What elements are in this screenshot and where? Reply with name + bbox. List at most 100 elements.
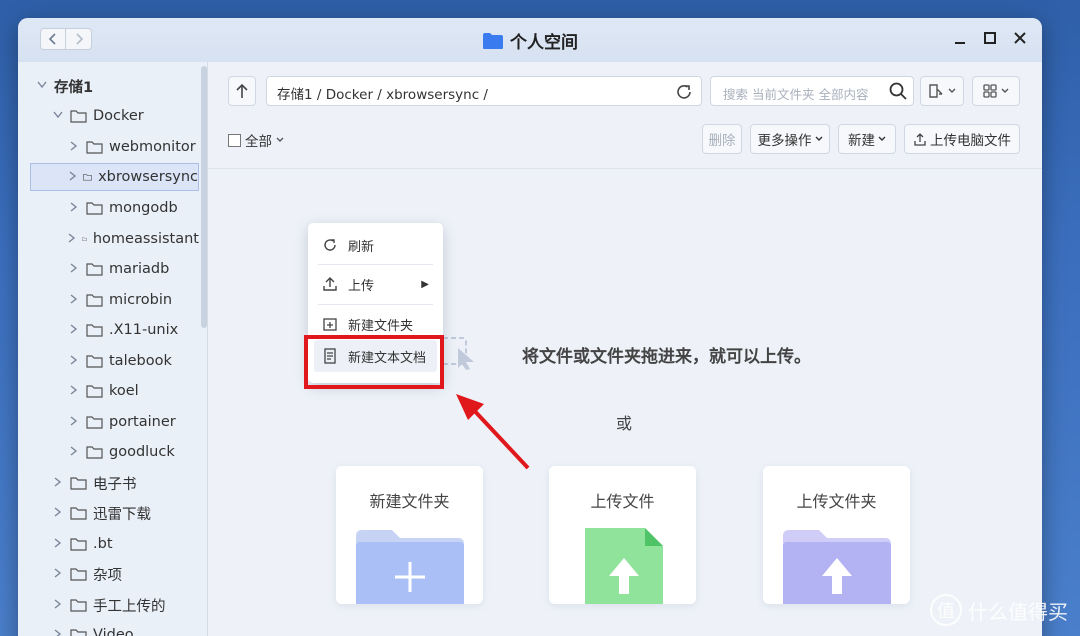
select-all-checkbox[interactable] <box>228 133 241 147</box>
chevron-right-icon[interactable] <box>68 232 76 246</box>
sort-button[interactable] <box>920 76 964 106</box>
tree-item[interactable]: .bt <box>18 530 199 558</box>
tree-item[interactable]: 电子书 <box>18 469 199 497</box>
tree-item[interactable]: koel <box>18 377 199 405</box>
ctx-upload-item[interactable]: 上传 ▶ <box>314 268 437 300</box>
refresh-button[interactable] <box>675 83 693 105</box>
chevron-right-icon[interactable] <box>52 537 64 551</box>
tree-item-label: 电子书 <box>93 476 137 493</box>
search-icon[interactable] <box>889 82 907 103</box>
refresh-icon <box>324 239 336 251</box>
delete-button[interactable]: 删除 <box>702 124 742 154</box>
file-manager-window: 个人空间 存储1 Docker webmonitor xbrowsersync mong… <box>18 18 1042 636</box>
tree-item[interactable]: goodluck <box>18 438 199 466</box>
search-input[interactable]: 搜索 当前文件夹 全部内容 <box>710 76 914 106</box>
chevron-right-icon[interactable] <box>68 415 80 429</box>
folder-upload-icon <box>783 530 891 604</box>
chevron-right-icon[interactable] <box>68 354 80 368</box>
chevron-right-icon[interactable] <box>69 170 77 184</box>
action-toolbar: 全部 删除 更多操作 新建 上传电脑文件 <box>228 124 1022 154</box>
tree-item[interactable]: mariadb <box>18 255 199 283</box>
folder-icon <box>82 237 87 241</box>
watermark-logo: 值 <box>930 594 962 626</box>
submenu-arrow-icon: ▶ <box>421 278 429 290</box>
minimize-button[interactable] <box>952 30 968 46</box>
upload-icon <box>914 133 926 146</box>
view-mode-button[interactable] <box>972 76 1020 106</box>
tree-item-label: 手工上传的 <box>93 598 166 615</box>
chevron-right-icon[interactable] <box>68 140 80 154</box>
tree-item[interactable]: mongodb <box>18 194 199 222</box>
path-toolbar: 存储1 / Docker / xbrowsersync / 搜索 当前文件夹 全… <box>228 76 1022 106</box>
path-input[interactable]: 存储1 / Docker / xbrowsersync / <box>266 76 702 106</box>
folder-icon <box>86 355 103 368</box>
new-button[interactable]: 新建 <box>838 124 896 154</box>
watermark-text: 什么值得买 <box>968 599 1068 624</box>
more-actions-label: 更多操作 <box>757 133 812 149</box>
tree-item-label: goodluck <box>109 444 175 460</box>
tree-item-label: mariadb <box>109 261 170 277</box>
folder-icon <box>70 507 87 520</box>
ctx-refresh-item[interactable]: 刷新 <box>314 229 437 261</box>
chevron-right-icon[interactable] <box>68 384 80 398</box>
upload-pc-file-button[interactable]: 上传电脑文件 <box>904 124 1020 154</box>
ctx-separator <box>318 304 433 305</box>
chevron-right-icon[interactable] <box>52 506 64 520</box>
upload-file-card[interactable]: 上传文件 <box>549 466 696 604</box>
card-label: 上传文件 <box>590 492 655 511</box>
folder-tree-sidebar: 存储1 Docker webmonitor xbrowsersync mongodb ho… <box>18 62 208 636</box>
tree-item-label: homeassistant <box>92 231 199 247</box>
chevron-down-icon[interactable] <box>36 81 48 92</box>
chevron-right-icon[interactable] <box>68 293 80 307</box>
folder-icon <box>70 629 87 636</box>
upload-folder-card[interactable]: 上传文件夹 <box>763 466 910 604</box>
tree-item[interactable]: homeassistant <box>18 225 199 253</box>
chevron-right-icon[interactable] <box>52 628 64 636</box>
tree-item[interactable]: Docker <box>18 102 199 130</box>
search-placeholder: 搜索 当前文件夹 全部内容 <box>723 87 869 102</box>
tree-item[interactable]: portainer <box>18 408 199 436</box>
folder-icon <box>70 568 87 581</box>
tree-item-label: Video <box>93 627 134 636</box>
tree-item[interactable]: xbrowsersync <box>30 163 199 191</box>
folder-icon <box>70 110 87 123</box>
annotation-highlight-box <box>304 335 444 389</box>
chevron-right-icon[interactable] <box>52 567 64 581</box>
path-text: 存储1 / Docker / xbrowsersync / <box>277 87 488 103</box>
chevron-right-icon[interactable] <box>68 262 80 276</box>
tree-item-label: portainer <box>109 414 176 430</box>
sort-icon <box>929 84 943 98</box>
tree-item[interactable]: 手工上传的 <box>18 591 199 619</box>
tree-item[interactable]: talebook <box>18 347 199 375</box>
tree-item[interactable]: 迅雷下载 <box>18 499 199 527</box>
tree-item[interactable]: microbin <box>18 286 199 314</box>
ctx-separator <box>318 264 433 265</box>
chevron-right-icon[interactable] <box>68 323 80 337</box>
tree-item[interactable]: webmonitor <box>18 133 199 161</box>
tree-item-label: 存储1 <box>54 79 94 96</box>
close-button[interactable] <box>1012 30 1028 46</box>
folder-icon <box>86 294 103 307</box>
select-all-toggle[interactable]: 全部 <box>228 130 284 150</box>
tree-item[interactable]: 杂项 <box>18 560 199 588</box>
delete-label: 删除 <box>708 133 736 149</box>
upload-pc-label: 上传电脑文件 <box>930 133 1011 149</box>
toolbar-divider <box>208 168 1042 169</box>
chevron-right-icon[interactable] <box>52 598 64 612</box>
sidebar-scrollbar[interactable] <box>201 66 207 328</box>
tree-item[interactable]: .X11-unix <box>18 316 199 344</box>
parent-folder-button[interactable] <box>228 76 256 106</box>
main-panel: 存储1 / Docker / xbrowsersync / 搜索 当前文件夹 全… <box>208 62 1042 636</box>
new-folder-card[interactable]: 新建文件夹 <box>336 466 483 604</box>
chevron-right-icon[interactable] <box>52 476 64 490</box>
chevron-right-icon[interactable] <box>68 201 80 215</box>
chevron-right-icon[interactable] <box>68 445 80 459</box>
more-actions-button[interactable]: 更多操作 <box>750 124 830 154</box>
tree-item[interactable]: 存储1 <box>18 72 199 100</box>
chevron-down-icon <box>948 88 956 93</box>
upload-icon <box>323 277 337 291</box>
chevron-down-icon[interactable] <box>52 111 64 122</box>
window-title: 个人空间 <box>18 28 1042 53</box>
maximize-button[interactable] <box>982 30 998 46</box>
tree-item[interactable]: Video <box>18 621 199 636</box>
